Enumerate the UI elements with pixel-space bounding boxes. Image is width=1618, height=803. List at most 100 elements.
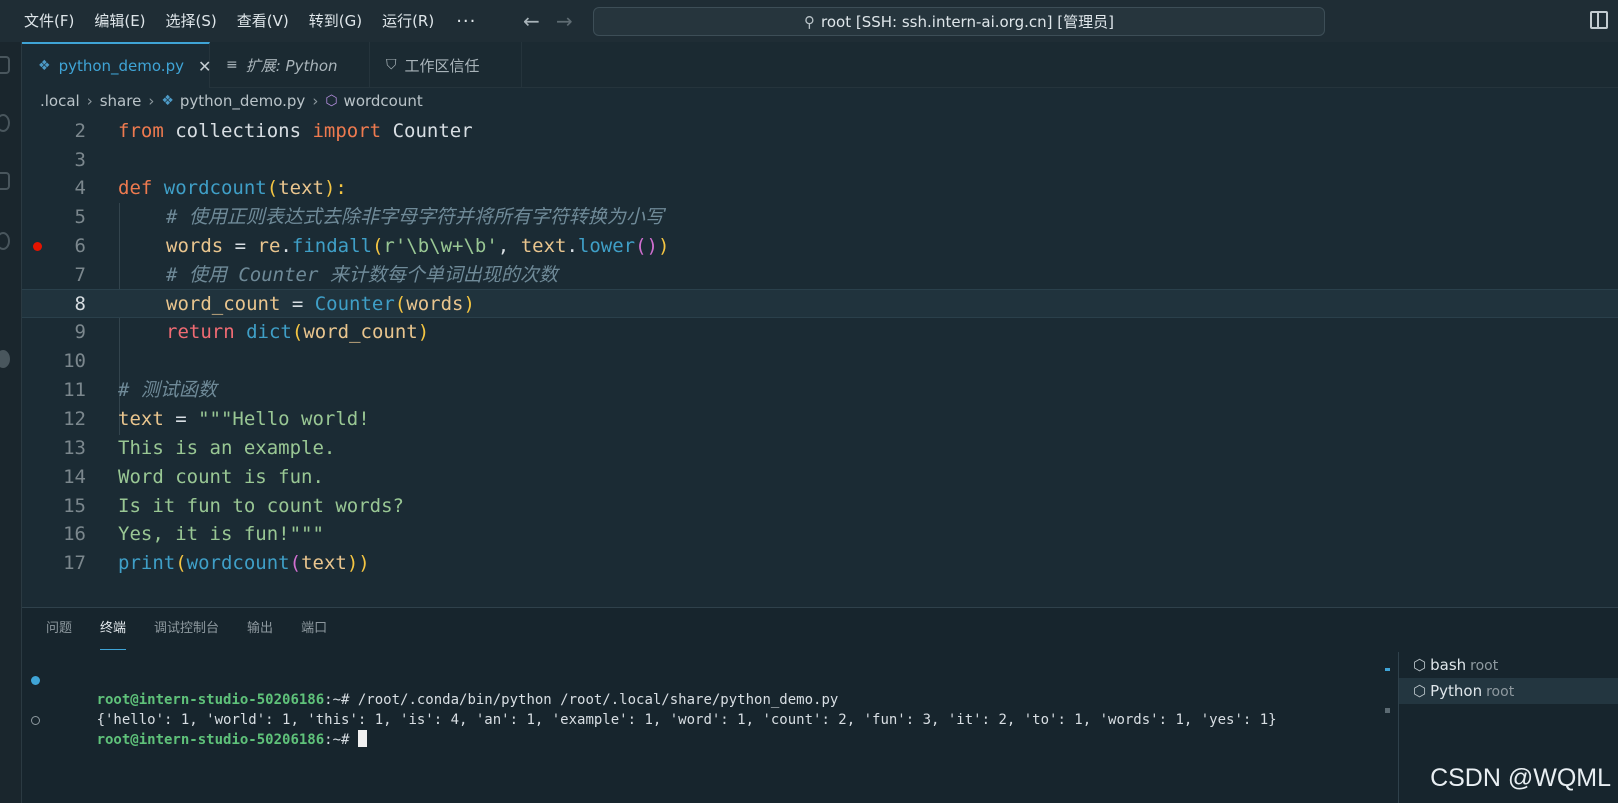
terminal-name: Python [1430,682,1483,700]
terminal-item-python[interactable]: ⬡ Python root [1399,678,1618,704]
tab-problems[interactable]: 问题 [46,608,72,650]
code-line[interactable]: 5 # 使用正则表达式去除非字母字符并将所有字符转换为小写 [22,203,1618,232]
menu-edit[interactable]: 编辑(E) [84,0,155,42]
toggle-sidebar-icon[interactable] [1590,11,1608,29]
code-line[interactable]: 13 This is an example. [22,434,1618,463]
code-line[interactable]: 16 Yes, it is fun!""" [22,520,1618,549]
terminal-output[interactable]: root@intern-studio-50206186:~# /root/.co… [30,670,1277,748]
code-line[interactable]: 2 from collections import Counter [22,117,1618,146]
python-file-icon: ❖ [38,58,51,74]
tab-terminal[interactable]: 终端 [100,608,127,650]
code-string: Is it fun to count words? [118,495,404,517]
code-string: This is an example. [118,437,336,459]
command-success-icon[interactable] [31,676,40,685]
code-text: from collections import Counter [118,120,473,142]
command-pending-icon [31,716,40,725]
line-number: 10 [63,350,86,372]
terminal-prompt: root@intern-studio-50206186 [96,732,325,748]
breadcrumb-item[interactable]: share [100,92,142,110]
terminal-line: {'hello': 1, 'world': 1, 'this': 1, 'is'… [30,690,1277,728]
title-bar: 文件(F) 编辑(E) 选择(S) 查看(V) 转到(G) 运行(R) ··· … [0,0,1618,42]
watermark: CSDN @WQML [1430,764,1611,792]
tab-label: 工作区信任 [404,56,480,75]
terminal-user: root [1486,684,1515,700]
run-debug-icon[interactable] [0,232,10,250]
code-line[interactable]: 6 words = re.findall(r'\b\w+\b', text.lo… [22,232,1618,261]
remote-icon[interactable] [0,292,10,310]
line-number: 15 [63,495,86,517]
python-file-icon: ❖ [161,93,174,109]
menu-run[interactable]: 运行(R) [372,0,444,42]
code-line[interactable]: 14 Word count is fun. [22,463,1618,492]
chevron-right-icon: › [312,92,319,110]
code-line[interactable]: 9 return dict(word_count) [22,318,1618,347]
code-string: Yes, it is fun!""" [118,523,324,545]
code-text: print(wordcount(text)) [118,552,370,574]
tab-debug-console[interactable]: 调试控制台 [154,608,219,650]
source-control-icon[interactable] [0,172,10,190]
line-number: 5 [74,206,86,228]
code-text: word_count = Counter(words) [166,293,475,315]
line-number: 4 [74,177,86,199]
code-line[interactable]: 17 print(wordcount(text)) [22,549,1618,578]
breadcrumb: .local › share › ❖ python_demo.py › ⬡ wo… [40,89,423,113]
code-editor[interactable]: 2 from collections import Counter 3 4 de… [22,116,1618,606]
menu-selection[interactable]: 选择(S) [156,0,227,42]
tab-label: python_demo.py [58,57,184,75]
search-activity-icon[interactable] [0,114,10,132]
menu-view[interactable]: 查看(V) [227,0,299,42]
forward-arrow-icon[interactable]: → [556,9,573,33]
shield-icon: ⛉ [386,57,397,73]
code-line[interactable]: 10 [22,347,1618,376]
line-number: 7 [74,264,86,286]
tab-python-demo[interactable]: ❖ python_demo.py ✕ [22,42,211,88]
terminal-line: root@intern-studio-50206186:~# [30,710,1277,748]
line-number: 3 [74,149,86,171]
tab-workspace-trust[interactable]: ⛉ 工作区信任 [370,42,522,88]
line-number: 13 [63,437,86,459]
code-line[interactable]: 7 # 使用 Counter 来计数每个单词出现的次数 [22,261,1618,290]
terminal-icon: ⬡ [1413,656,1427,674]
line-number: 6 [74,235,86,257]
tab-extension-python[interactable]: ≡ 扩展: Python [210,42,370,88]
breadcrumb-item[interactable]: wordcount [344,92,423,110]
code-line[interactable]: 15 Is it fun to count words? [22,492,1618,521]
menu-bar: 文件(F) 编辑(E) 选择(S) 查看(V) 转到(G) 运行(R) ··· [14,0,488,42]
code-line[interactable]: 4 def wordcount(text): [22,174,1618,203]
code-text: def wordcount(text): [118,177,347,199]
code-text: text = """Hello world! [118,408,370,430]
code-comment: # 使用正则表达式去除非字母字符并将所有字符转换为小写 [166,206,664,228]
code-comment: # 使用 Counter 来计数每个单词出现的次数 [166,264,558,286]
back-arrow-icon[interactable]: ← [523,9,540,33]
line-number: 16 [63,523,86,545]
code-text: return dict(word_count) [166,321,430,343]
explorer-icon[interactable] [0,56,10,74]
line-number: 12 [63,408,86,430]
terminal-item-bash[interactable]: ⬡ bash root [1399,652,1618,678]
breadcrumb-item[interactable]: .local [40,92,80,110]
line-number: 9 [74,321,86,343]
code-line[interactable]: 11 # 测试函数 [22,376,1618,405]
code-comment: # 测试函数 [118,379,217,401]
menu-go[interactable]: 转到(G) [299,0,372,42]
menu-file[interactable]: 文件(F) [14,0,84,42]
tab-ports[interactable]: 端口 [301,608,327,650]
command-center-search[interactable]: ⚲ root [SSH: ssh.intern-ai.org.cn] [管理员] [593,7,1325,36]
terminal-line: root@intern-studio-50206186:~# /root/.co… [30,670,1277,708]
code-line[interactable]: 12 text = """Hello world! [22,405,1618,434]
method-icon: ⬡ [325,93,338,109]
activity-bar [0,42,22,803]
editor-tabs: ❖ python_demo.py ✕ ≡ 扩展: Python ⛉ 工作区信任 [22,42,1618,88]
command-center-label: root [SSH: ssh.intern-ai.org.cn] [管理员] [821,13,1114,31]
extensions-icon[interactable] [0,350,10,368]
more-menu-icon[interactable]: ··· [444,11,488,32]
code-line-current[interactable]: 8 word_count = Counter(words) [22,289,1618,318]
chevron-right-icon: › [148,92,155,110]
line-number: 11 [63,379,86,401]
terminal-name: bash [1430,656,1467,674]
terminal-scroll-marker [1385,708,1390,713]
breadcrumb-item[interactable]: python_demo.py [180,92,305,110]
terminal-cursor [357,730,367,747]
tab-output[interactable]: 输出 [247,608,273,650]
code-line[interactable]: 3 [22,146,1618,175]
